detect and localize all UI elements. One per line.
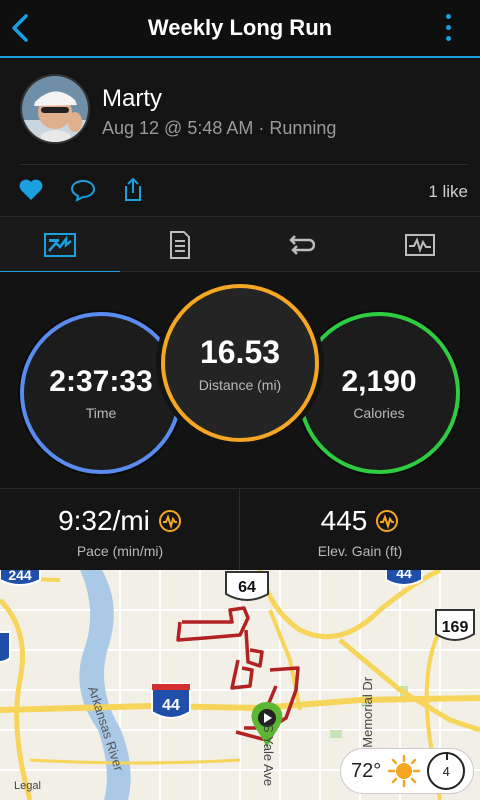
svg-text:169: 169 xyxy=(442,619,469,636)
time-label: Time xyxy=(85,405,117,421)
activity-header: Marty Aug 12 @ 5:48 AM · Running 1 like xyxy=(0,60,480,216)
wind-gauge: 4 xyxy=(427,752,466,790)
elev-stat[interactable]: 445 Elev. Gain (ft) xyxy=(240,489,480,571)
chart-graph-icon xyxy=(405,234,435,256)
wind-direction-marker xyxy=(446,752,449,760)
page-title: Weekly Long Run xyxy=(147,15,333,40)
stats-card-icon xyxy=(44,233,76,257)
street-label-yale: S Yale Ave xyxy=(261,724,276,786)
legal-link[interactable]: Legal xyxy=(14,780,41,792)
divider xyxy=(20,164,468,165)
sun-icon xyxy=(388,754,421,788)
wind-speed: 4 xyxy=(442,763,450,779)
highway-shield-169: 169 xyxy=(435,609,475,641)
distance-value: 16.53 xyxy=(199,333,281,370)
highway-shield-44-top: 44 xyxy=(385,570,423,586)
heart-icon[interactable] xyxy=(18,178,44,202)
time-value: 2:37:33 xyxy=(49,365,153,398)
tab-stats[interactable] xyxy=(0,217,120,274)
pace-value: 9:32/mi xyxy=(58,505,150,536)
share-icon[interactable] xyxy=(122,176,144,202)
avatar[interactable] xyxy=(20,74,90,144)
elev-value: 445 xyxy=(320,505,368,536)
pace-label: Pace (min/mi) xyxy=(76,543,164,559)
user-name[interactable]: Marty xyxy=(102,85,162,113)
tab-details[interactable] xyxy=(120,217,240,273)
pace-stat[interactable]: 9:32/mi Pace (min/mi) xyxy=(0,489,240,571)
time-ring: 2:37:33 Time xyxy=(20,312,182,474)
highway-shield-44-left xyxy=(0,631,11,663)
top-bar: Weekly Long Run xyxy=(0,0,480,58)
temperature: 72° xyxy=(351,759,382,782)
highway-shield-64: 64 xyxy=(225,571,269,601)
highway-shield-44-mid: 44 xyxy=(151,683,191,719)
distance-ring: 16.53 Distance (mi) xyxy=(161,284,319,442)
distance-label: Distance (mi) xyxy=(198,376,282,393)
secondary-stats: 9:32/mi Pace (min/mi) 445 Elev. Gain (ft… xyxy=(0,488,480,571)
highway-shield-244: 244 xyxy=(0,570,41,586)
details-list-icon xyxy=(170,231,190,259)
comment-icon[interactable] xyxy=(70,178,96,202)
calories-label: Calories xyxy=(353,405,405,421)
laps-loop-icon xyxy=(289,235,315,255)
svg-text:44: 44 xyxy=(162,697,180,714)
svg-text:44: 44 xyxy=(396,570,412,581)
calories-value: 2,190 xyxy=(341,365,417,398)
elevation-graph-icon xyxy=(376,510,399,532)
svg-text:64: 64 xyxy=(238,579,256,596)
kebab-menu-icon[interactable] xyxy=(446,14,452,42)
tab-charts[interactable] xyxy=(360,217,480,273)
activity-meta: Aug 12 @ 5:48 AM · Running xyxy=(102,118,337,138)
pace-graph-icon xyxy=(158,510,181,532)
route-map[interactable]: 244 64 44 169 44 Arkansas River S Memori… xyxy=(0,570,480,800)
tab-bar xyxy=(0,216,480,274)
weather-badge[interactable]: 72° 4 xyxy=(340,748,474,794)
tab-laps[interactable] xyxy=(240,217,360,273)
summary-rings: 2:37:33 Time 2,190 Calories 16.53 Distan… xyxy=(0,272,480,488)
likes-count[interactable]: 1 like xyxy=(428,182,468,202)
svg-text:244: 244 xyxy=(8,570,32,583)
elev-label: Elev. Gain (ft) xyxy=(317,543,403,559)
calories-ring: 2,190 Calories xyxy=(298,312,460,474)
